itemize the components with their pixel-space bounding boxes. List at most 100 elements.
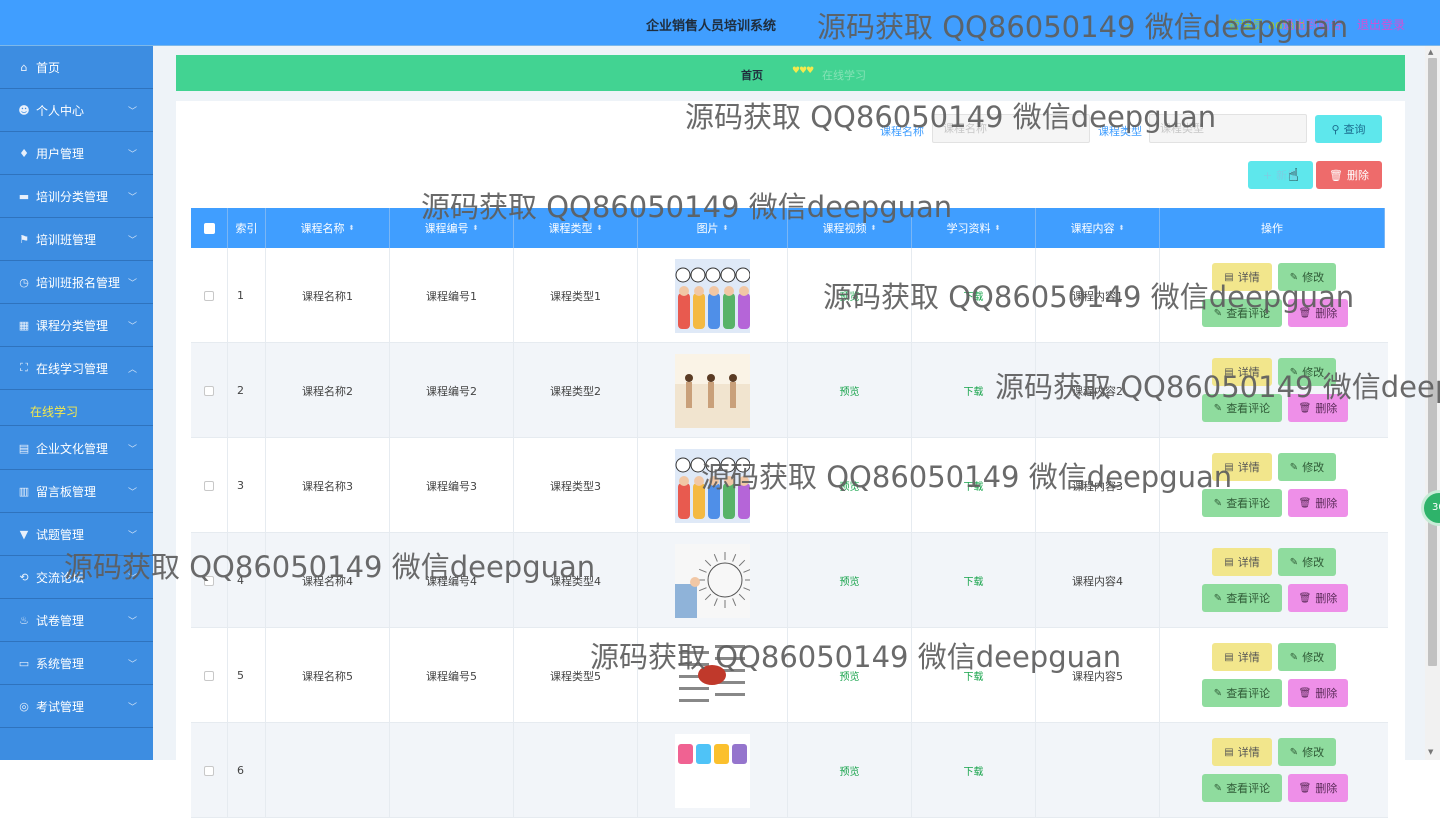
sidebar-item-label: 培训班管理 (36, 232, 97, 247)
delete-button[interactable]: 🗑 删除 (1288, 584, 1348, 612)
row-select-cell (191, 438, 228, 533)
scroll-thumb[interactable] (1428, 58, 1437, 666)
sidebar-item-expand[interactable]: ⛶ 在线学习管理 ︿ (0, 347, 153, 390)
delete-button[interactable]: 🗑 删除 (1288, 299, 1348, 327)
sidebar-item-clipboard[interactable]: ▤ 企业文化管理 ﹀ (0, 427, 153, 470)
detail-button[interactable]: ▤ 详情 (1212, 548, 1272, 576)
row-checkbox[interactable] (204, 765, 214, 776)
view-comments-button[interactable]: ✎ 查看评论 (1202, 299, 1282, 327)
view-comments-button[interactable]: ✎ 查看评论 (1202, 774, 1282, 802)
course-name-label: 课程名称 (880, 125, 924, 138)
breadcrumb-home[interactable]: 首页 (741, 67, 763, 83)
edit-button[interactable]: ✎ 修改 (1278, 548, 1336, 576)
course-name-input[interactable] (932, 114, 1090, 143)
view-comments-button[interactable]: ✎ 查看评论 (1202, 679, 1282, 707)
sort-icon[interactable]: ⬍ (473, 224, 479, 232)
content-cell (1036, 723, 1160, 818)
sort-icon[interactable]: ⬍ (723, 224, 729, 232)
sidebar-item-microphone[interactable]: ♦ 用户管理 ﹀ (0, 132, 153, 175)
select-all-checkbox[interactable] (203, 222, 215, 234)
row-checkbox[interactable] (204, 670, 214, 681)
material-download-link[interactable]: 下载 (964, 573, 984, 588)
delete-button[interactable]: 🗑 删除 (1288, 394, 1348, 422)
content-cell: 课程内容4 (1036, 533, 1160, 628)
delete-button[interactable]: 🗑 删除 (1288, 489, 1348, 517)
video-preview-link[interactable]: 预览 (840, 478, 860, 493)
scroll-up-icon[interactable]: ▲ (1428, 48, 1433, 56)
course-image[interactable] (675, 733, 750, 808)
query-button[interactable]: ⚲ 查询 (1315, 115, 1382, 143)
sort-icon[interactable]: ⬍ (349, 224, 355, 232)
sidebar-item-grid[interactable]: ▦ 课程分类管理 ﹀ (0, 304, 153, 347)
cell-text: 课程编号4 (426, 574, 477, 588)
sidebar-item-target[interactable]: ◎ 考试管理 ﹀ (0, 685, 153, 728)
view-comments-button[interactable]: ✎ 查看评论 (1202, 489, 1282, 517)
scroll-down-icon[interactable]: ▼ (1428, 748, 1433, 756)
sort-icon[interactable]: ⬍ (871, 224, 877, 232)
sort-icon[interactable]: ⬍ (597, 224, 603, 232)
sidebar-item-briefcase[interactable]: ▬ 培训分类管理 ﹀ (0, 175, 153, 218)
course-image[interactable] (675, 258, 751, 333)
edit-button[interactable]: ✎ 修改 (1278, 453, 1336, 481)
material-download-link[interactable]: 下载 (964, 668, 984, 683)
table-header: 索引 课程名称 ⬍ 课程编号 ⬍ 课程类型 ⬍ 图片 ⬍ 课程视频 ⬍ 学习资料 ⬍ 课程内容 ⬍ 操作 (191, 208, 1385, 248)
view-comments-button[interactable]: ✎ 查看评论 (1202, 584, 1282, 612)
page-scrollbar[interactable]: ▲ ▼ (1425, 46, 1440, 760)
sidebar-item-label: 在线学习管理 (36, 361, 109, 376)
delete-button-label: 删除 (1315, 402, 1338, 415)
material-download-link[interactable]: 下载 (964, 763, 984, 778)
sidebar-item-chart[interactable]: ▥ 留言板管理 ﹀ (0, 470, 153, 513)
sidebar-item-bulb[interactable]: ♨ 试卷管理 ﹀ (0, 599, 153, 642)
row-checkbox[interactable] (204, 385, 214, 396)
row-checkbox[interactable] (204, 290, 214, 301)
sidebar-item-home[interactable]: ⌂ 首页 (0, 46, 153, 89)
cell-text: 课程内容3 (1072, 479, 1123, 493)
row-checkbox[interactable] (204, 575, 214, 586)
course-image[interactable] (675, 543, 753, 618)
edit-button[interactable]: ✎ 修改 (1278, 263, 1336, 291)
edit-button[interactable]: ✎ 修改 (1278, 358, 1336, 386)
course-image[interactable] (675, 353, 750, 428)
course-image[interactable] (675, 638, 750, 713)
video-preview-link[interactable]: 预览 (840, 668, 860, 683)
material-download-link[interactable]: 下载 (964, 288, 984, 303)
cell-text: 课程名称4 (302, 574, 353, 588)
sort-icon[interactable]: ⬍ (1119, 224, 1125, 232)
sidebar-item-flag[interactable]: ⚑ 培训班管理 ﹀ (0, 218, 153, 261)
sidebar-item-refresh[interactable]: ⟲ 交流论坛 ﹀ (0, 556, 153, 599)
back-to-frontend-link[interactable]: 退出到前台 (1282, 16, 1342, 33)
video-preview-link[interactable]: 预览 (840, 288, 860, 303)
delete-button[interactable]: 🗑 删除 (1288, 679, 1348, 707)
logout-link[interactable]: 退出登录 (1357, 16, 1405, 33)
video-preview-link[interactable]: 预览 (840, 573, 860, 588)
course-image[interactable] (675, 448, 751, 523)
edit-button[interactable]: ✎ 修改 (1278, 643, 1336, 671)
material-download-link[interactable]: 下载 (964, 383, 984, 398)
row-checkbox[interactable] (204, 480, 214, 491)
video-preview-link[interactable]: 预览 (840, 383, 860, 398)
video-preview-link[interactable]: 预览 (840, 763, 860, 778)
sort-icon[interactable]: ⬍ (995, 224, 1001, 232)
sidebar-item-monitor[interactable]: ▭ 系统管理 ﹀ (0, 642, 153, 685)
sidebar-item-user[interactable]: ☻ 个人中心 ﹀ (0, 89, 153, 132)
edit-button[interactable]: ✎ 修改 (1278, 738, 1336, 766)
detail-button[interactable]: ▤ 详情 (1212, 358, 1272, 386)
sidebar-subitem-online-learning[interactable]: 在线学习 (30, 403, 78, 420)
sidebar-item-label: 用户管理 (36, 146, 85, 161)
sidebar-item-pin[interactable]: ▼ 试题管理 ﹀ (0, 513, 153, 556)
material-download-link[interactable]: 下载 (964, 478, 984, 493)
course-type-input[interactable] (1149, 114, 1307, 143)
actions-cell (1160, 343, 1388, 438)
detail-button[interactable]: ▤ 详情 (1212, 643, 1272, 671)
material-cell: 下载 (912, 533, 1036, 628)
view-comments-button[interactable]: ✎ 查看评论 (1202, 394, 1282, 422)
detail-button[interactable]: ▤ 详情 (1212, 738, 1272, 766)
add-button[interactable]: + 新增 (1248, 161, 1313, 189)
batch-delete-button[interactable]: 🗑 删除 (1316, 161, 1382, 189)
delete-button[interactable]: 🗑 删除 (1288, 774, 1348, 802)
trash-icon: 🗑 (1298, 307, 1312, 319)
sidebar-item-clock[interactable]: ◷ 培训班报名管理 ﹀ (0, 261, 153, 304)
detail-button[interactable]: ▤ 详情 (1212, 453, 1272, 481)
chevron-down-icon: ﹀ (127, 660, 137, 670)
detail-button[interactable]: ▤ 详情 (1212, 263, 1272, 291)
